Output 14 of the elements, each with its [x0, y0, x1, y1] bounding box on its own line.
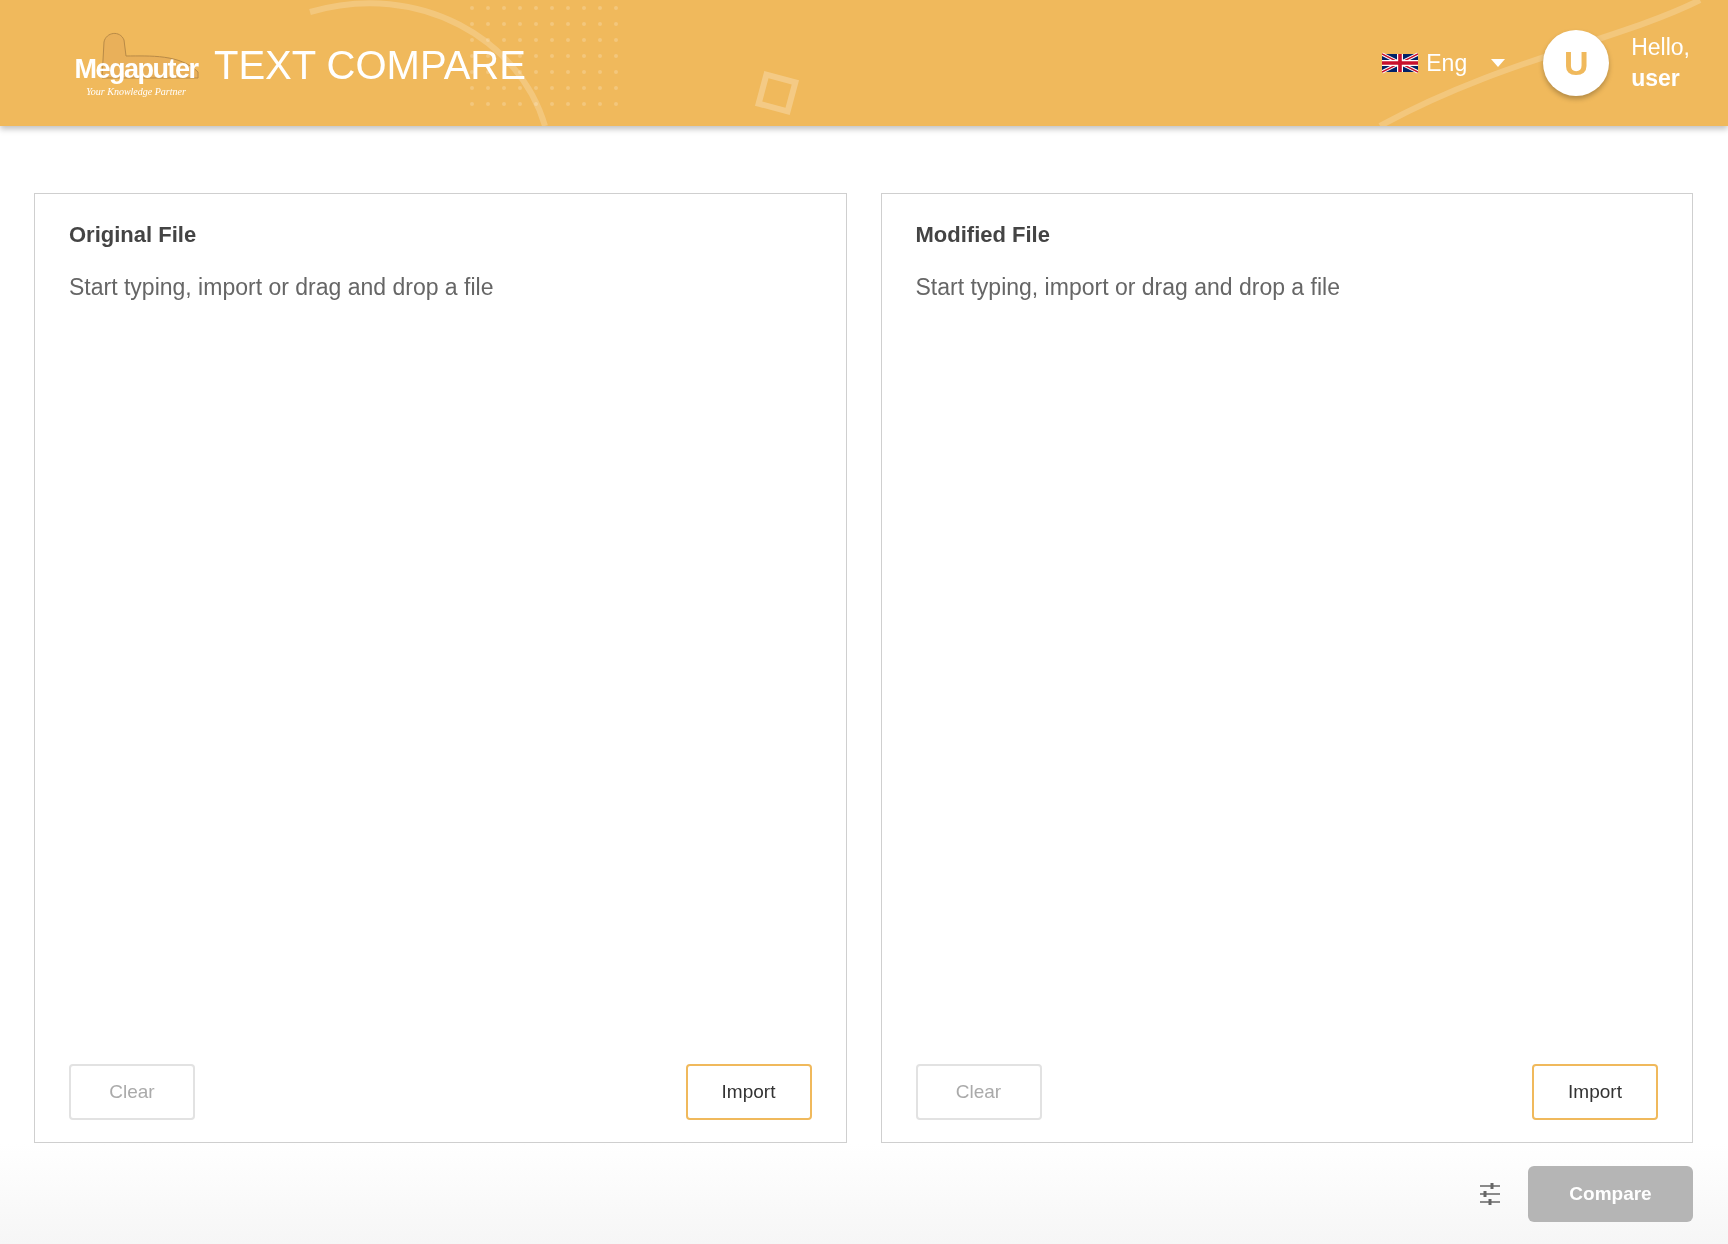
- panel-title: Original File: [69, 222, 198, 248]
- user-avatar[interactable]: U: [1543, 30, 1610, 96]
- logo-tagline: Your Knowledge Partner: [86, 85, 186, 97]
- app-title: TEXT COMPARE: [214, 42, 526, 88]
- panel-title: Modified File: [915, 222, 1051, 248]
- greeting-text: Hello,: [1631, 32, 1690, 62]
- uk-flag-icon: [1382, 50, 1419, 76]
- caret-icon: [1491, 59, 1506, 67]
- import-button[interactable]: Import: [1532, 1064, 1658, 1120]
- language-selector[interactable]: Eng: [1376, 48, 1512, 78]
- import-button[interactable]: Import: [685, 1064, 812, 1120]
- logo-name: Megaputer: [74, 55, 198, 83]
- settings-sliders-icon[interactable]: [1478, 1182, 1502, 1206]
- user-name: user: [1631, 64, 1681, 93]
